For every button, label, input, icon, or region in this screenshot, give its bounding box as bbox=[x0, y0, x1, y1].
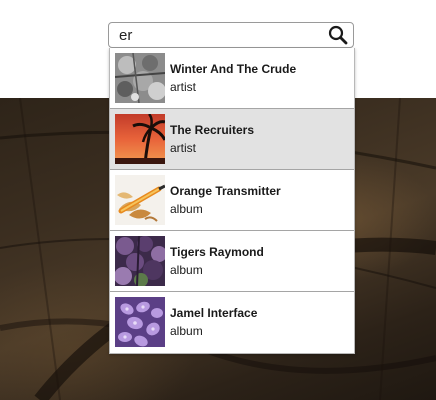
search-result-item[interactable]: Tigers Raymond album bbox=[110, 231, 354, 292]
search-result-item[interactable]: Winter And The Crude artist bbox=[110, 48, 354, 109]
result-title: Winter And The Crude bbox=[170, 62, 297, 76]
search-result-item[interactable]: Jamel Interface album bbox=[110, 292, 354, 353]
result-type: album bbox=[170, 324, 203, 338]
search-icon[interactable] bbox=[328, 25, 348, 45]
palm-sunset-thumbnail bbox=[115, 114, 165, 164]
search-results-dropdown: Winter And The Crude artist The Recruite… bbox=[109, 48, 355, 354]
search-result-item[interactable]: The Recruiters artist bbox=[110, 109, 354, 170]
result-title: Tigers Raymond bbox=[170, 245, 264, 259]
result-title: Jamel Interface bbox=[170, 306, 258, 320]
purple-foliage-thumbnail bbox=[115, 236, 165, 286]
purple-hydrangea-thumbnail bbox=[115, 297, 165, 347]
result-type: artist bbox=[170, 141, 197, 155]
result-type: artist bbox=[170, 80, 197, 94]
search-box bbox=[108, 22, 354, 48]
result-type: album bbox=[170, 263, 203, 277]
result-title: The Recruiters bbox=[170, 123, 255, 137]
search-input[interactable] bbox=[109, 23, 319, 47]
winter-street-thumbnail bbox=[115, 53, 165, 103]
result-type: album bbox=[170, 202, 203, 216]
result-title: Orange Transmitter bbox=[170, 184, 281, 198]
pencil-shavings-thumbnail bbox=[115, 175, 165, 225]
search-result-item[interactable]: Orange Transmitter album bbox=[110, 170, 354, 231]
